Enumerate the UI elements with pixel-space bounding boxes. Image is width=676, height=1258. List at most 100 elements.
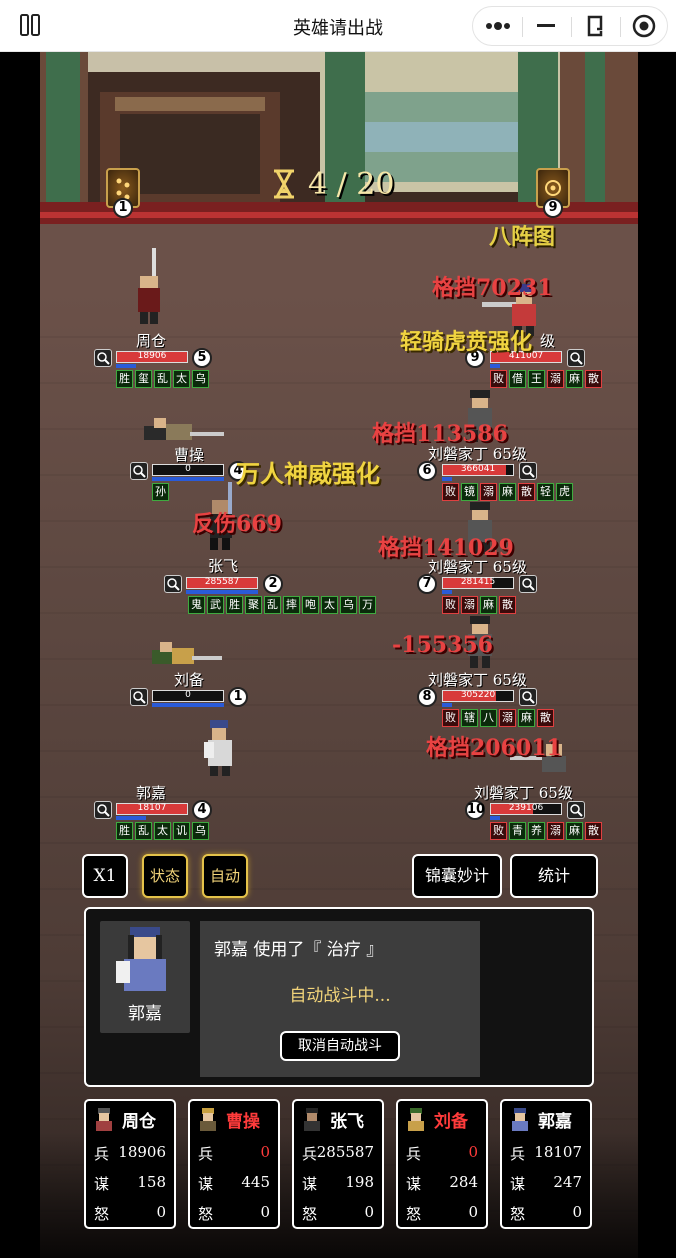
hero-avatar-icon — [96, 1108, 112, 1131]
unit-slot: 6 — [417, 461, 437, 481]
combat-text: 格挡141029 — [378, 535, 514, 561]
switch-window-icon[interactable] — [571, 7, 620, 45]
unit-name: 级 — [540, 332, 556, 350]
close-mini-program-icon[interactable] — [620, 7, 669, 45]
hero-avatar-icon — [512, 1108, 528, 1131]
inspect-icon[interactable] — [567, 349, 585, 367]
inspect-icon[interactable] — [519, 462, 537, 480]
hp-bar: 0 — [152, 464, 224, 476]
auto-button[interactable]: 自动 — [202, 854, 248, 898]
unit-slot: 10 — [465, 800, 485, 820]
hero-strategy: 198 — [345, 1173, 374, 1191]
status-badges: 胜玺乱太乌 — [116, 370, 209, 388]
tips-button[interactable]: 锦囊妙计 — [412, 854, 502, 898]
status-badges: 鬼武胜聚乱摔咆太乌万 — [188, 596, 376, 614]
hero-stat-card[interactable]: 周仓 兵 18906 谋 158 怒0 — [84, 1099, 176, 1229]
unit-slot: 4 — [192, 800, 212, 820]
hero-name: 周仓 — [122, 1112, 156, 1132]
inspect-icon[interactable] — [164, 575, 182, 593]
warrior-sprite — [138, 248, 160, 324]
status-badges: 孙 — [152, 483, 169, 501]
unit-slot: 1 — [228, 687, 248, 707]
enemy-formation-count: 9 — [543, 198, 563, 218]
inspect-icon[interactable] — [519, 688, 537, 706]
status-badges: 败辖八溺麻散 — [442, 709, 554, 727]
unit-name: 刘磐家丁 65级 — [428, 671, 527, 689]
hero-strategy: 445 — [241, 1173, 270, 1191]
combat-text: 反伤669 — [192, 511, 282, 537]
round-value: 4 / 20 — [308, 166, 395, 202]
hero-stat-card[interactable]: 郭嘉 兵 18107 谋 247 怒0 — [500, 1099, 592, 1229]
hero-name: 刘备 — [434, 1112, 468, 1132]
portrait-name: 郭嘉 — [128, 1004, 162, 1024]
inspect-icon[interactable] — [567, 801, 585, 819]
hero-rage: 0 — [156, 1203, 166, 1221]
status-button[interactable]: 状态 — [142, 854, 188, 898]
round-counter: 4 / 20 — [272, 164, 394, 204]
inspect-icon[interactable] — [94, 801, 112, 819]
stats-button[interactable]: 统计 — [510, 854, 598, 898]
speed-button[interactable]: X1 — [82, 854, 128, 898]
inspect-icon[interactable] — [130, 688, 148, 706]
hourglass-icon — [274, 169, 294, 199]
hero-troops: 0 — [260, 1143, 270, 1161]
inspect-icon[interactable] — [130, 462, 148, 480]
inspect-icon[interactable] — [94, 349, 112, 367]
status-badges: 败镜溺麻散轻虎 — [442, 483, 573, 501]
unit-slot: 5 — [192, 348, 212, 368]
combat-text: 轻骑虎贲强化 — [400, 329, 533, 355]
hp-bar: 18906 — [116, 351, 188, 363]
hero-avatar-icon — [408, 1108, 424, 1131]
hero-troops: 285587 — [316, 1143, 374, 1161]
guojia-portrait-icon — [116, 927, 166, 991]
combat-text: 格挡70231 — [432, 275, 553, 301]
status-badges: 败借王溺麻散 — [490, 370, 602, 388]
navigation-bar: 英雄请出战 — [0, 0, 676, 52]
hero-strategy: 158 — [137, 1173, 166, 1191]
hero-strategy: 284 — [449, 1173, 478, 1191]
hero-name: 郭嘉 — [538, 1112, 572, 1132]
hero-stat-card[interactable]: 曹操 兵0 谋 445 怒0 — [188, 1099, 280, 1229]
status-badges: 败青养溺麻散 — [490, 822, 602, 840]
combat-text: 格挡113586 — [372, 421, 508, 447]
hp-bar: 285587 — [186, 577, 258, 589]
unit-name: 张飞 — [208, 557, 239, 575]
hero-avatar-icon — [304, 1108, 320, 1131]
minimize-icon[interactable] — [522, 7, 571, 45]
unit-slot: 7 — [417, 574, 437, 594]
hero-stat-card[interactable]: 刘备 兵0 谋 284 怒0 — [396, 1099, 488, 1229]
inspect-icon[interactable] — [519, 575, 537, 593]
unit-name: 郭嘉 — [136, 784, 167, 802]
more-options-icon[interactable] — [473, 7, 522, 45]
unit-name: 曹操 — [174, 446, 205, 464]
hero-name: 曹操 — [226, 1112, 260, 1132]
unit-name: 刘备 — [174, 671, 205, 689]
unit-slot: 2 — [263, 574, 283, 594]
enemy-formation-name: 八阵图 — [489, 224, 556, 250]
fallen-hero-sprite — [152, 642, 222, 664]
strategist-sprite — [204, 720, 232, 776]
battle-scene: 4 / 20 1 9 八阵图 周仓 18906 5 胜玺乱太乌 曹操 0 4 孙… — [40, 52, 638, 1258]
hp-bar: 281415 — [442, 577, 514, 589]
hero-rage: 0 — [364, 1203, 374, 1221]
combat-text: 万人神威强化 — [236, 459, 380, 488]
hero-stat-card[interactable]: 张飞 兵 285587 谋 198 怒0 — [292, 1099, 384, 1229]
hp-bar: 305220 — [442, 690, 514, 702]
status-badges: 胜乱太讥乌 — [116, 822, 209, 840]
hero-strategy: 247 — [553, 1173, 582, 1191]
hero-troops: 18906 — [118, 1143, 166, 1161]
auto-battle-status: 自动战斗中... — [289, 986, 391, 1006]
log-message: 郭嘉 使用了『 治疗 』 — [214, 940, 384, 960]
hero-troops: 0 — [468, 1143, 478, 1161]
unit-name: 刘磐家丁 65级 — [474, 784, 573, 802]
ally-formation-count: 1 — [113, 198, 133, 218]
combat-text: -155356 — [392, 632, 493, 658]
hero-avatar-icon — [200, 1108, 216, 1131]
hero-name: 张飞 — [330, 1112, 364, 1132]
hero-rage: 0 — [468, 1203, 478, 1221]
battle-log-panel: 郭嘉 郭嘉 使用了『 治疗 』 自动战斗中... 取消自动战斗 — [84, 907, 594, 1087]
hp-bar: 366041 — [442, 464, 514, 476]
hp-bar: 239106 — [490, 803, 562, 815]
hp-bar: 0 — [152, 690, 224, 702]
cancel-auto-battle-button[interactable]: 取消自动战斗 — [280, 1031, 400, 1061]
